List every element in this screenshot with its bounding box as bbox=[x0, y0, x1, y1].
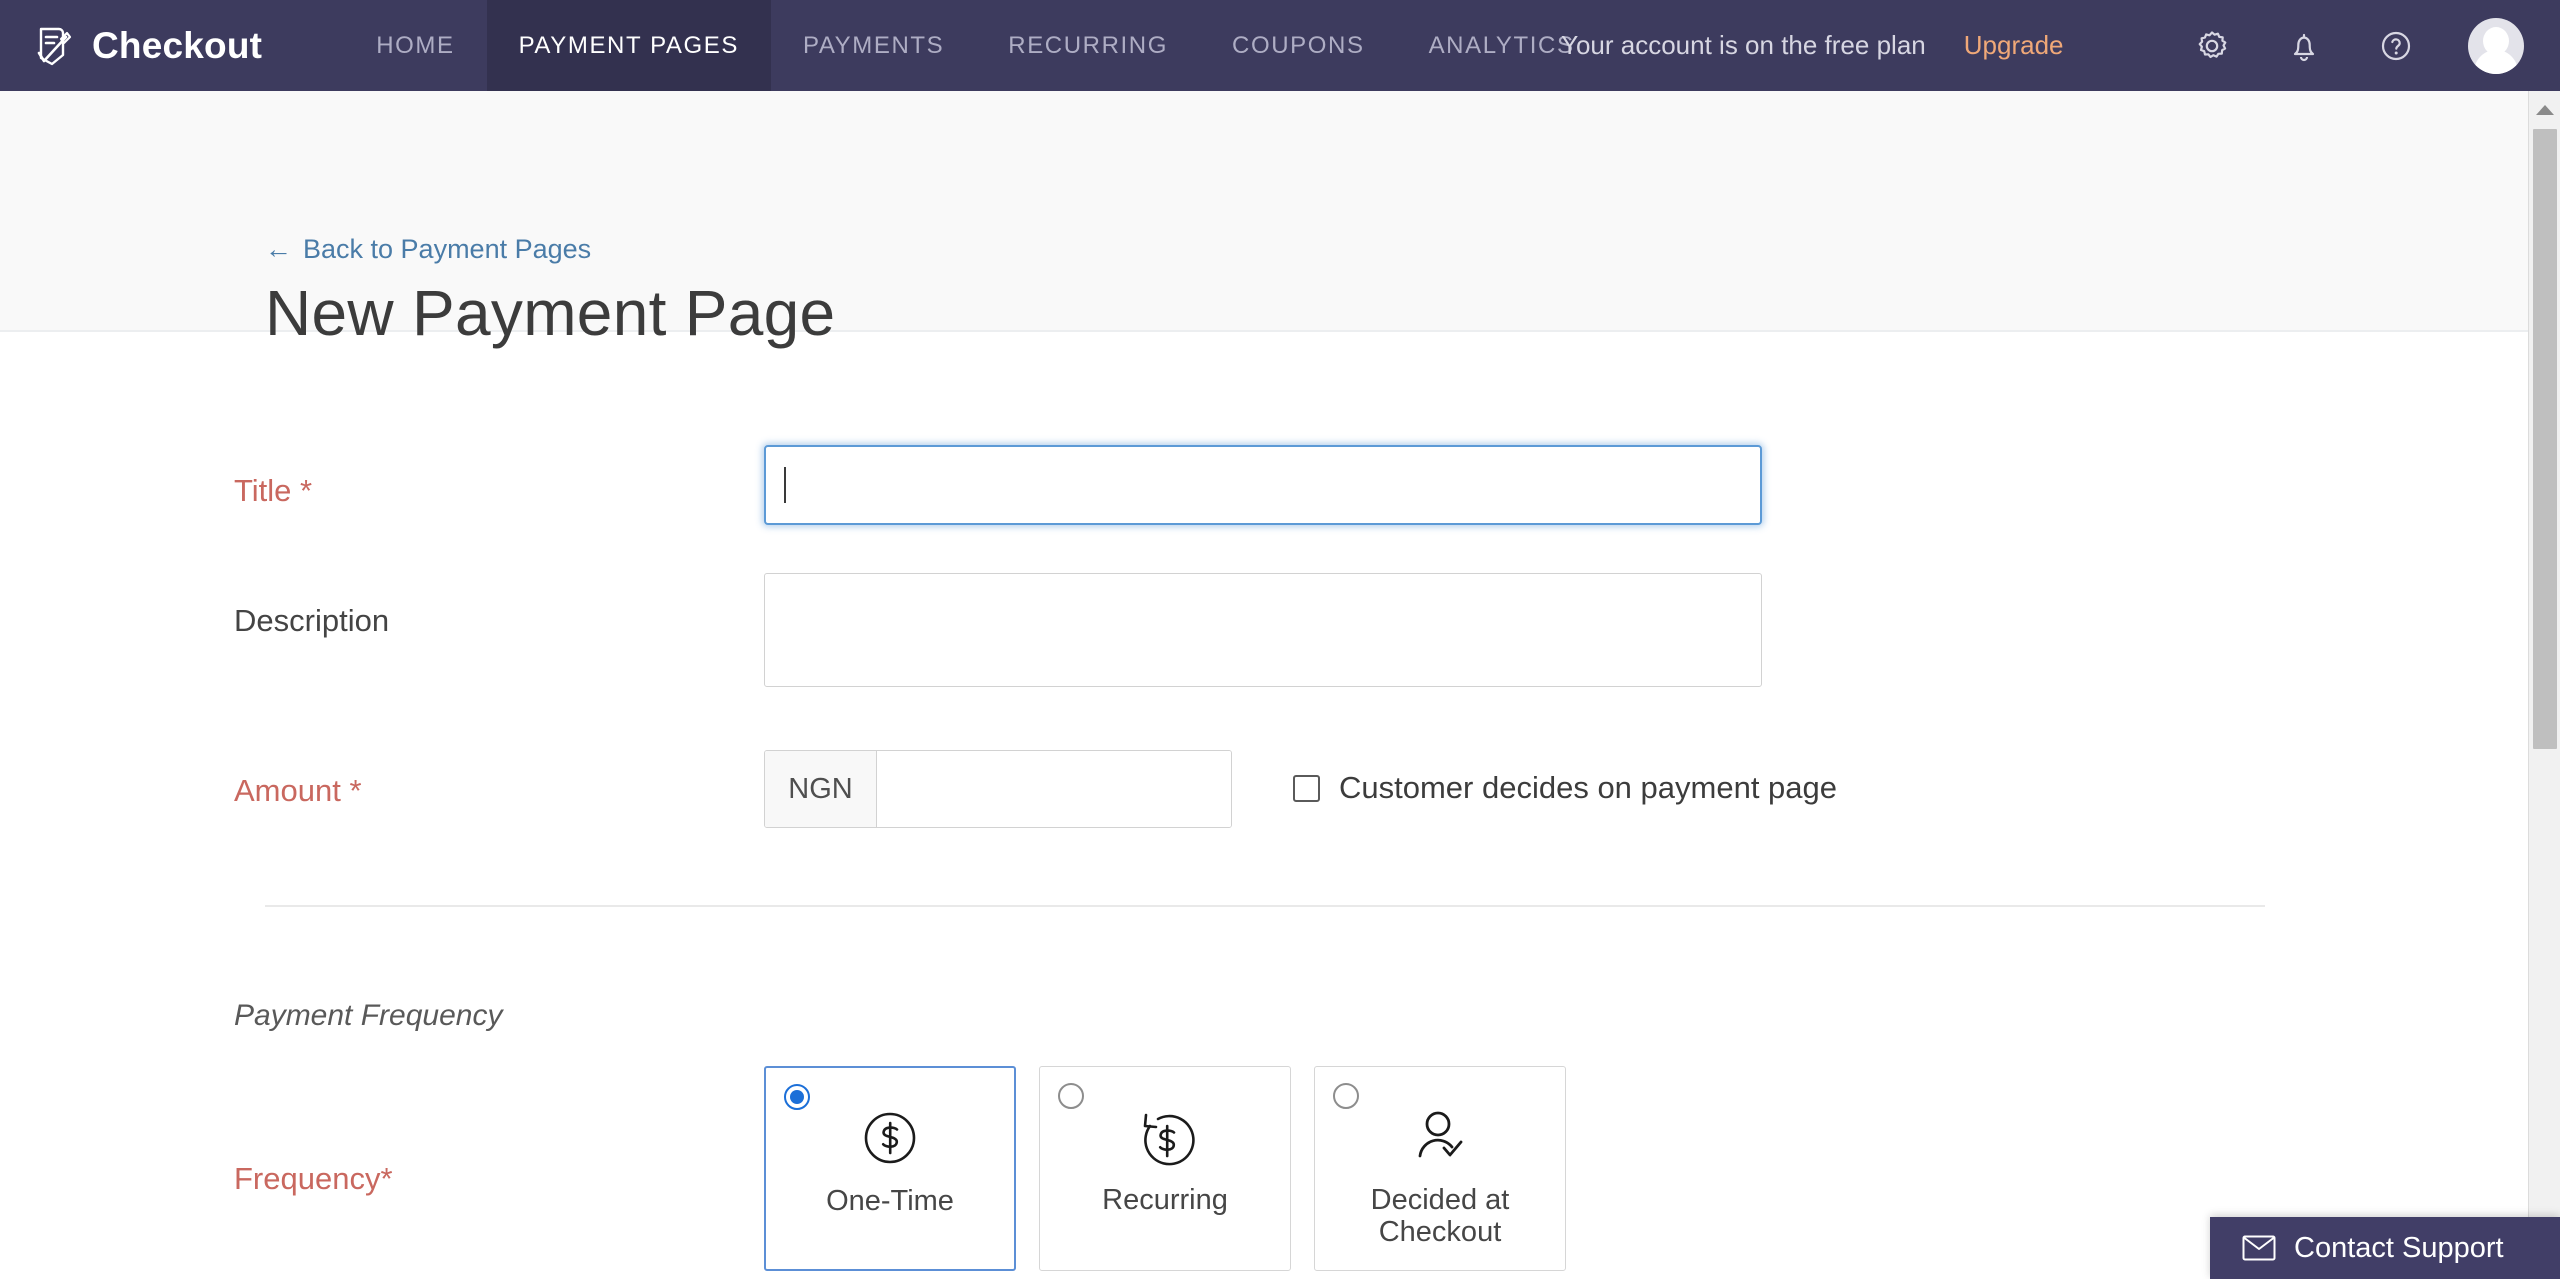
payment-frequency-section-label: Payment Frequency bbox=[234, 999, 503, 1032]
back-to-payment-pages-link[interactable]: ← Back to Payment Pages bbox=[265, 234, 591, 265]
frequency-option-one-time[interactable]: One-Time bbox=[764, 1066, 1016, 1271]
frequency-label-recurring: Recurring bbox=[1102, 1184, 1228, 1216]
contact-support-button[interactable]: Contact Support bbox=[2210, 1217, 2560, 1279]
currency-prefix: NGN bbox=[765, 751, 877, 827]
nav-links: HOME PAYMENT PAGES PAYMENTS RECURRING CO… bbox=[344, 0, 1606, 91]
nav-item-home[interactable]: HOME bbox=[344, 0, 486, 91]
contact-support-label: Contact Support bbox=[2294, 1231, 2504, 1264]
description-label: Description bbox=[234, 603, 390, 638]
customer-decides-label: Customer decides on payment page bbox=[1339, 770, 1838, 805]
frequency-label: Frequency* bbox=[234, 1161, 393, 1196]
avatar[interactable] bbox=[2468, 17, 2524, 74]
amount-input[interactable] bbox=[877, 751, 1231, 827]
frequency-option-recurring[interactable]: Recurring bbox=[1039, 1066, 1291, 1271]
amount-label: Amount * bbox=[234, 773, 362, 808]
nav-item-payments[interactable]: PAYMENTS bbox=[771, 0, 976, 91]
nav-item-coupons[interactable]: COUPONS bbox=[1200, 0, 1397, 91]
nav-item-recurring[interactable]: RECURRING bbox=[976, 0, 1200, 91]
brand-name: Checkout bbox=[92, 24, 263, 66]
frequency-label-one-time: One-Time bbox=[826, 1185, 954, 1217]
plan-notice-bar: Your account is on the free plan Upgrade bbox=[1561, 0, 2063, 91]
frequency-option-decided-at-checkout[interactable]: Decided at Checkout bbox=[1314, 1066, 1566, 1271]
section-divider bbox=[265, 905, 2265, 907]
vertical-scrollbar[interactable] bbox=[2528, 91, 2560, 1279]
title-label: Title * bbox=[234, 473, 313, 508]
help-icon[interactable] bbox=[2376, 26, 2416, 66]
page-header-band: ← Back to Payment Pages New Payment Page bbox=[0, 91, 2528, 349]
back-link-label: Back to Payment Pages bbox=[303, 234, 592, 264]
customer-decides-checkbox[interactable] bbox=[1293, 774, 1320, 802]
dollar-circle-icon bbox=[864, 1112, 916, 1164]
description-input[interactable] bbox=[764, 573, 1762, 687]
page-title: New Payment Page bbox=[265, 277, 836, 349]
frequency-option-cards: One-Time Recurring Decided at Checkout bbox=[764, 1066, 1566, 1271]
frequency-label-decided-at-checkout: Decided at Checkout bbox=[1315, 1184, 1565, 1249]
top-navigation-bar: Checkout HOME PAYMENT PAGES PAYMENTS REC… bbox=[0, 0, 2560, 91]
amount-input-group: NGN bbox=[764, 750, 1232, 828]
frequency-radio-one-time[interactable] bbox=[784, 1084, 810, 1110]
receipt-pen-icon bbox=[37, 27, 72, 65]
upgrade-link[interactable]: Upgrade bbox=[1964, 30, 2064, 61]
dollar-recurring-icon bbox=[1143, 1113, 1195, 1166]
gear-icon[interactable] bbox=[2192, 26, 2232, 66]
title-input[interactable] bbox=[764, 445, 1762, 525]
customer-decides-checkbox-row[interactable]: Customer decides on payment page bbox=[1293, 770, 1837, 806]
frequency-radio-decided-at-checkout[interactable] bbox=[1333, 1083, 1359, 1109]
text-caret bbox=[784, 467, 786, 503]
person-check-icon bbox=[1418, 1111, 1463, 1158]
envelope-icon bbox=[2242, 1235, 2276, 1261]
nav-icon-group bbox=[2192, 0, 2524, 91]
bell-icon[interactable] bbox=[2284, 26, 2324, 66]
brand-logo[interactable]: Checkout bbox=[0, 0, 280, 91]
back-arrow-icon: ← bbox=[265, 234, 292, 264]
frequency-radio-recurring[interactable] bbox=[1058, 1083, 1084, 1109]
frequency-label-line1: Decided at bbox=[1370, 1184, 1510, 1216]
avatar-body bbox=[2474, 49, 2518, 74]
plan-notice-text: Your account is on the free plan bbox=[1561, 30, 1926, 60]
scrollbar-thumb[interactable] bbox=[2533, 129, 2557, 749]
scrollbar-up-arrow[interactable] bbox=[2529, 95, 2560, 125]
nav-item-payment-pages[interactable]: PAYMENT PAGES bbox=[486, 0, 771, 91]
frequency-label-line2: Checkout bbox=[1378, 1216, 1502, 1249]
